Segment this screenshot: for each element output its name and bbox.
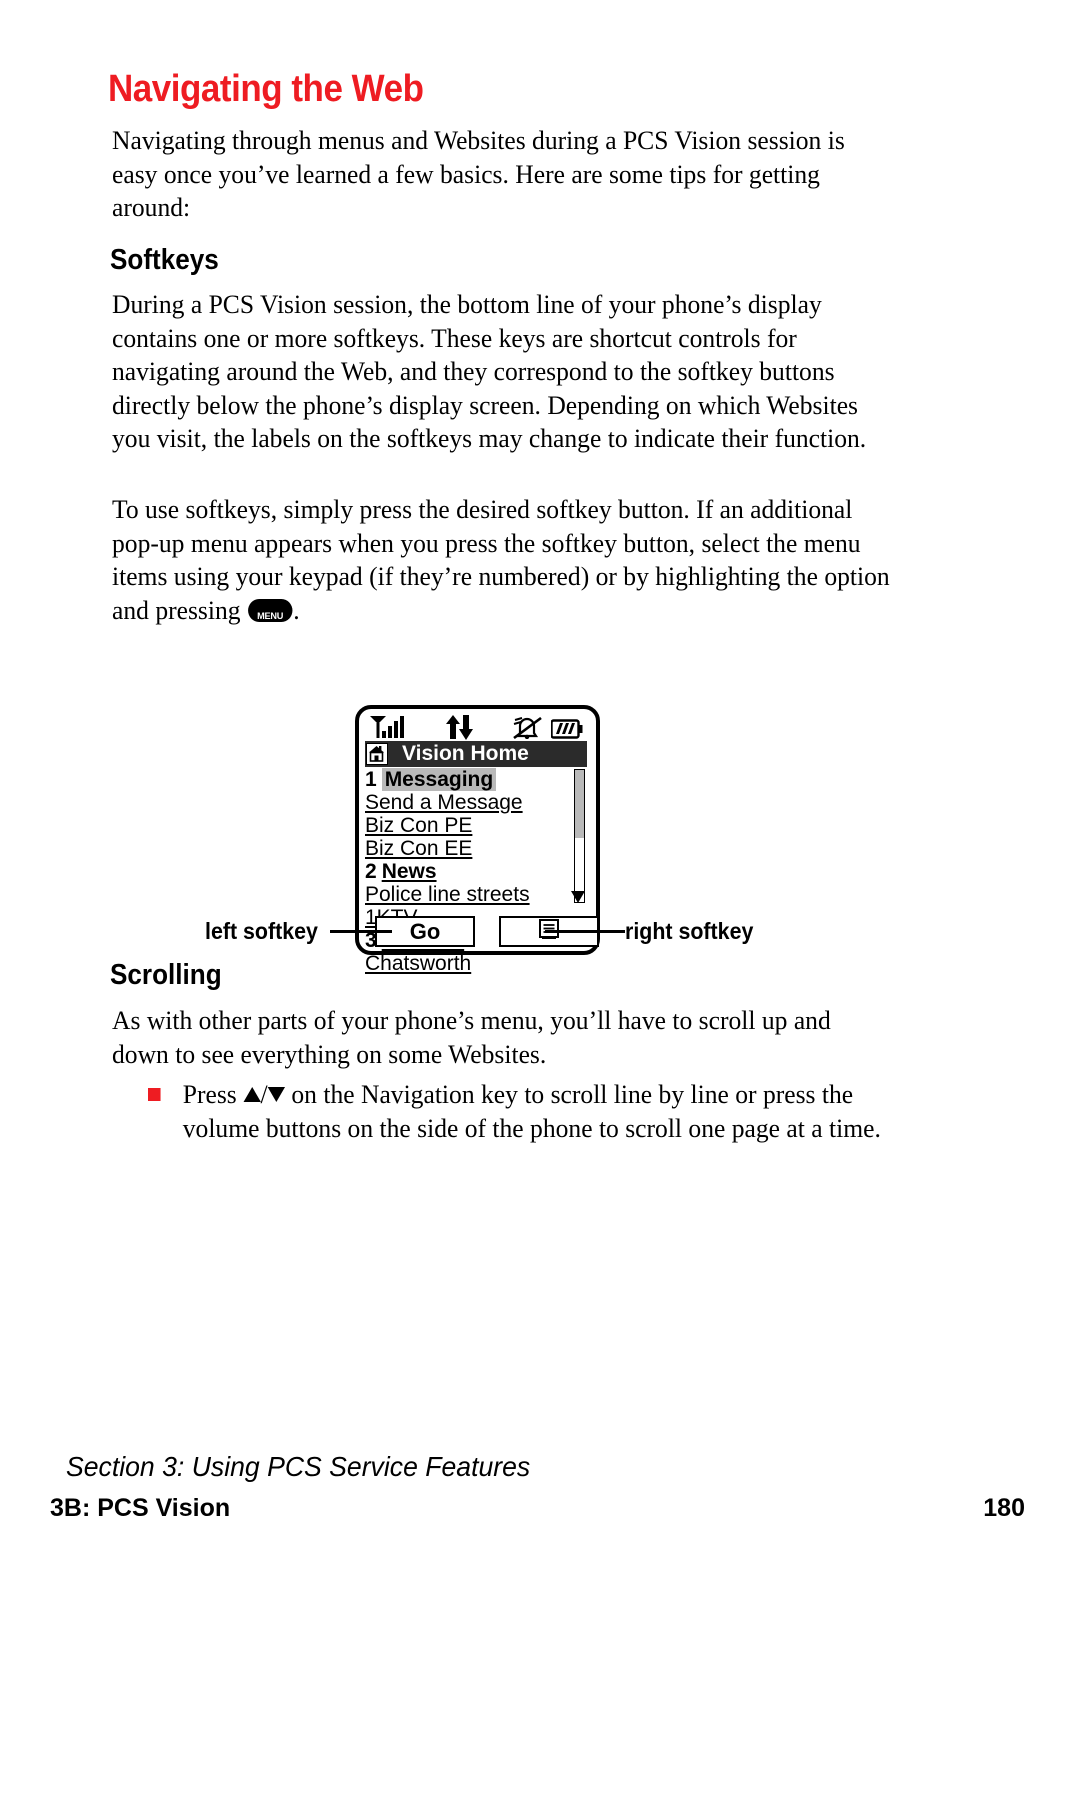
menu-link-chatsworth[interactable]: Chatsworth [365,952,565,975]
menu-item-number: 1 [365,768,377,791]
menu-ok-key-bottom-label: OK [263,620,277,632]
menu-item-news[interactable]: 2 News [365,860,565,883]
list-item-text-after: on the Navigation key to scroll line by … [182,1079,881,1143]
menu-link-police-line-streets[interactable]: Police line streets [365,883,565,906]
softkeys-paragraph-2-text-a: To use softkeys, simply press the desire… [112,494,890,625]
menu-link-biz-con-ee[interactable]: Biz Con EE [365,837,565,860]
menu-ok-key-icon: MENU OK [247,598,293,632]
footer-section-line: Section 3: Using PCS Service Features [66,1451,531,1482]
menu-link-label: Police line streets [365,883,530,906]
page-title: Navigating the Web [108,68,424,110]
callout-right-leader-line [545,930,625,933]
footer-chapter-line: 3B: PCS Vision [50,1494,231,1522]
home-icon [366,743,388,765]
scrolling-heading: Scrolling [110,959,222,991]
menu-item-label: News [381,860,437,883]
menu-link-label: Biz Con EE [365,837,473,860]
phone-screen: Vision Home 1 Messaging Send a Message B… [365,713,599,975]
list-item-text: Press / on the Navigation key to scroll … [183,1078,901,1145]
scrollbar-thumb[interactable] [575,770,584,838]
menu-item-label: Messaging [381,768,497,791]
vision-home-title: Vision Home [402,742,529,765]
menu-link-send-a-message[interactable]: Send a Message [365,791,565,814]
menu-item-number: 2 [365,860,377,883]
menu-link-label: Send a Message [365,791,523,814]
phone-illustration: Vision Home 1 Messaging Send a Message B… [355,705,600,975]
bullet-square-icon [148,1088,161,1101]
scrolling-paragraph: As with other parts of your phone’s menu… [112,1005,831,1069]
callout-right-softkey: right softkey [625,918,754,944]
phone-status-bar [365,713,587,741]
ringer-off-icon [513,716,543,744]
list-item-text-before: Press [182,1079,244,1109]
callout-left-leader-line [330,930,392,933]
left-softkey-label: Go [409,918,441,944]
list-item: Press / on the Navigation key to scroll … [148,1078,901,1145]
intro-paragraph: Navigating through menus and Websites du… [112,125,845,222]
list-item-separator: / [260,1079,268,1109]
manual-page: Navigating the Web Navigating through me… [0,0,1080,1800]
menu-item-messaging[interactable]: 1 Messaging [365,768,565,791]
menu-link-label: Chatsworth [365,952,472,975]
arrow-up-icon [243,1087,261,1102]
softkeys-paragraph-2-text-b: . [293,594,300,625]
vision-home-titlebar: Vision Home [365,741,587,767]
scrollbar-track[interactable] [574,769,585,903]
softkeys-paragraph-2: To use softkeys, simply press the desire… [112,493,894,632]
footer-page-number: 180 [983,1494,1025,1522]
softkeys-heading: Softkeys [110,244,219,276]
softkeys-paragraph-1: During a PCS Vision session, the bottom … [112,289,867,453]
menu-link-label: Biz Con PE [365,814,473,837]
scroll-down-arrow-icon[interactable] [571,891,585,903]
arrow-down-icon [267,1087,285,1102]
callout-left-softkey: left softkey [205,918,318,944]
menu-link-biz-con-pe[interactable]: Biz Con PE [365,814,565,837]
